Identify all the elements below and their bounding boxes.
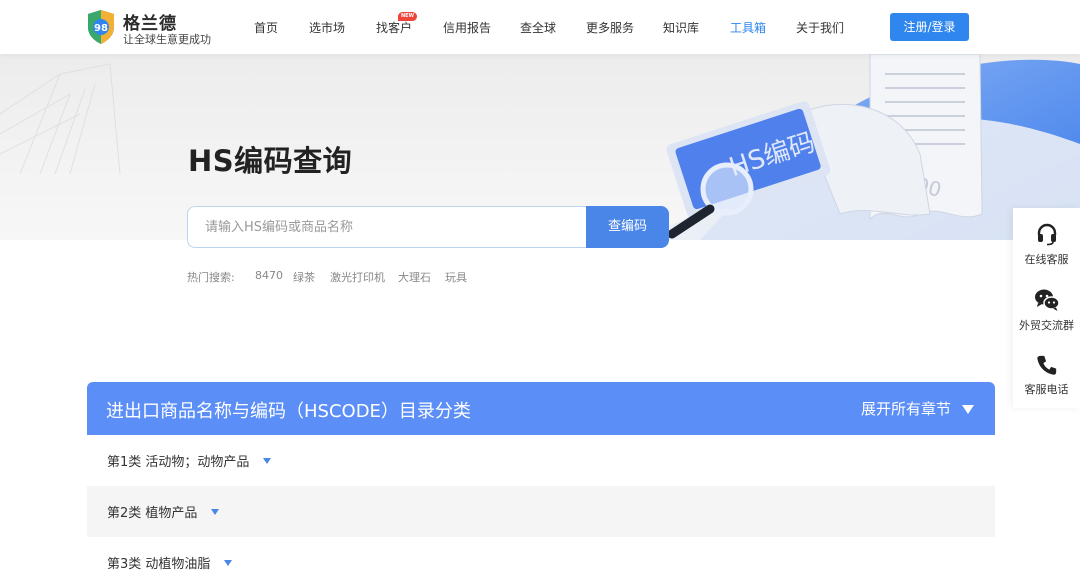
top-navbar: 98 格兰德 让全球生意更成功 首页 选市场 找客户 NEW 信用报告 查全球 … [0, 0, 1080, 54]
expand-all-label: 展开所有章节 [860, 400, 951, 418]
nav-find-customers[interactable]: 找客户 [376, 19, 412, 36]
category-row[interactable]: 第2类 植物产品 [87, 486, 995, 537]
category-label-wrap: 第2类 植物产品 [107, 502, 220, 521]
hot-search-item[interactable]: 激光打印机 [330, 269, 385, 285]
side-item-label: 客服电话 [1024, 383, 1069, 396]
category-label-wrap: 第1类 活动物；动物产品 [107, 451, 272, 470]
hs-search-input[interactable] [188, 207, 587, 247]
category-row[interactable]: 第1类 活动物；动物产品 [87, 435, 995, 486]
hot-search-item[interactable]: 8470 [255, 269, 283, 282]
nav-global-search[interactable]: 查全球 [520, 19, 556, 36]
wechat-icon [1034, 289, 1060, 311]
hscode-directory-header: 进出口商品名称与编码（HSCODE）目录分类 展开所有章节 [87, 382, 995, 435]
category-row[interactable]: 第3类 动植物油脂 [87, 537, 995, 588]
customer-phone-button[interactable]: 客服电话 [1013, 354, 1080, 397]
page-title: HS编码查询 [188, 144, 353, 178]
caret-down-icon [263, 458, 272, 464]
triangle-down-icon [962, 404, 974, 414]
category-label: 第1类 活动物；动物产品 [107, 455, 250, 470]
side-float-panel: 在线客服 外贸交流群 客服电话 [1013, 208, 1080, 408]
expand-all-chapters-button[interactable]: 展开所有章节 [861, 398, 974, 419]
hot-search-item[interactable]: 大理石 [398, 269, 431, 285]
hot-search-label: 热门搜索: [187, 271, 235, 284]
category-label: 第3类 动植物油脂 [107, 557, 211, 572]
hs-search-box [187, 206, 587, 248]
wechat-group-button[interactable]: 外贸交流群 [1013, 288, 1080, 333]
side-item-label: 在线客服 [1024, 253, 1069, 266]
search-hs-button[interactable]: 查编码 [586, 206, 669, 248]
logo-shield-icon[interactable]: 98 [86, 9, 116, 45]
side-item-label: 外贸交流群 [1019, 319, 1074, 332]
svg-text:98: 98 [94, 23, 108, 34]
login-register-button[interactable]: 注册/登录 [890, 13, 969, 41]
nav-toolbox[interactable]: 工具箱 [730, 19, 766, 36]
online-service-button[interactable]: 在线客服 [1013, 222, 1080, 267]
nav-home[interactable]: 首页 [254, 19, 278, 36]
nav-more-services[interactable]: 更多服务 [586, 19, 634, 36]
category-label-wrap: 第3类 动植物油脂 [107, 553, 233, 572]
nav-about-us[interactable]: 关于我们 [796, 19, 844, 36]
phone-icon [1036, 355, 1056, 375]
caret-down-icon [224, 560, 233, 566]
caret-down-icon [211, 509, 220, 515]
hot-search-item[interactable]: 玩具 [445, 269, 467, 285]
nav-select-market[interactable]: 选市场 [309, 19, 345, 36]
nav-credit-report[interactable]: 信用报告 [443, 19, 491, 36]
new-badge: NEW [398, 12, 417, 21]
nav-knowledge-base[interactable]: 知识库 [663, 19, 699, 36]
directory-title: 进出口商品名称与编码（HSCODE）目录分类 [106, 401, 471, 422]
hot-search-item[interactable]: 绿茶 [293, 269, 315, 285]
headset-icon [1037, 223, 1056, 246]
brand-slogan: 让全球生意更成功 [123, 33, 211, 46]
category-label: 第2类 植物产品 [107, 506, 198, 521]
